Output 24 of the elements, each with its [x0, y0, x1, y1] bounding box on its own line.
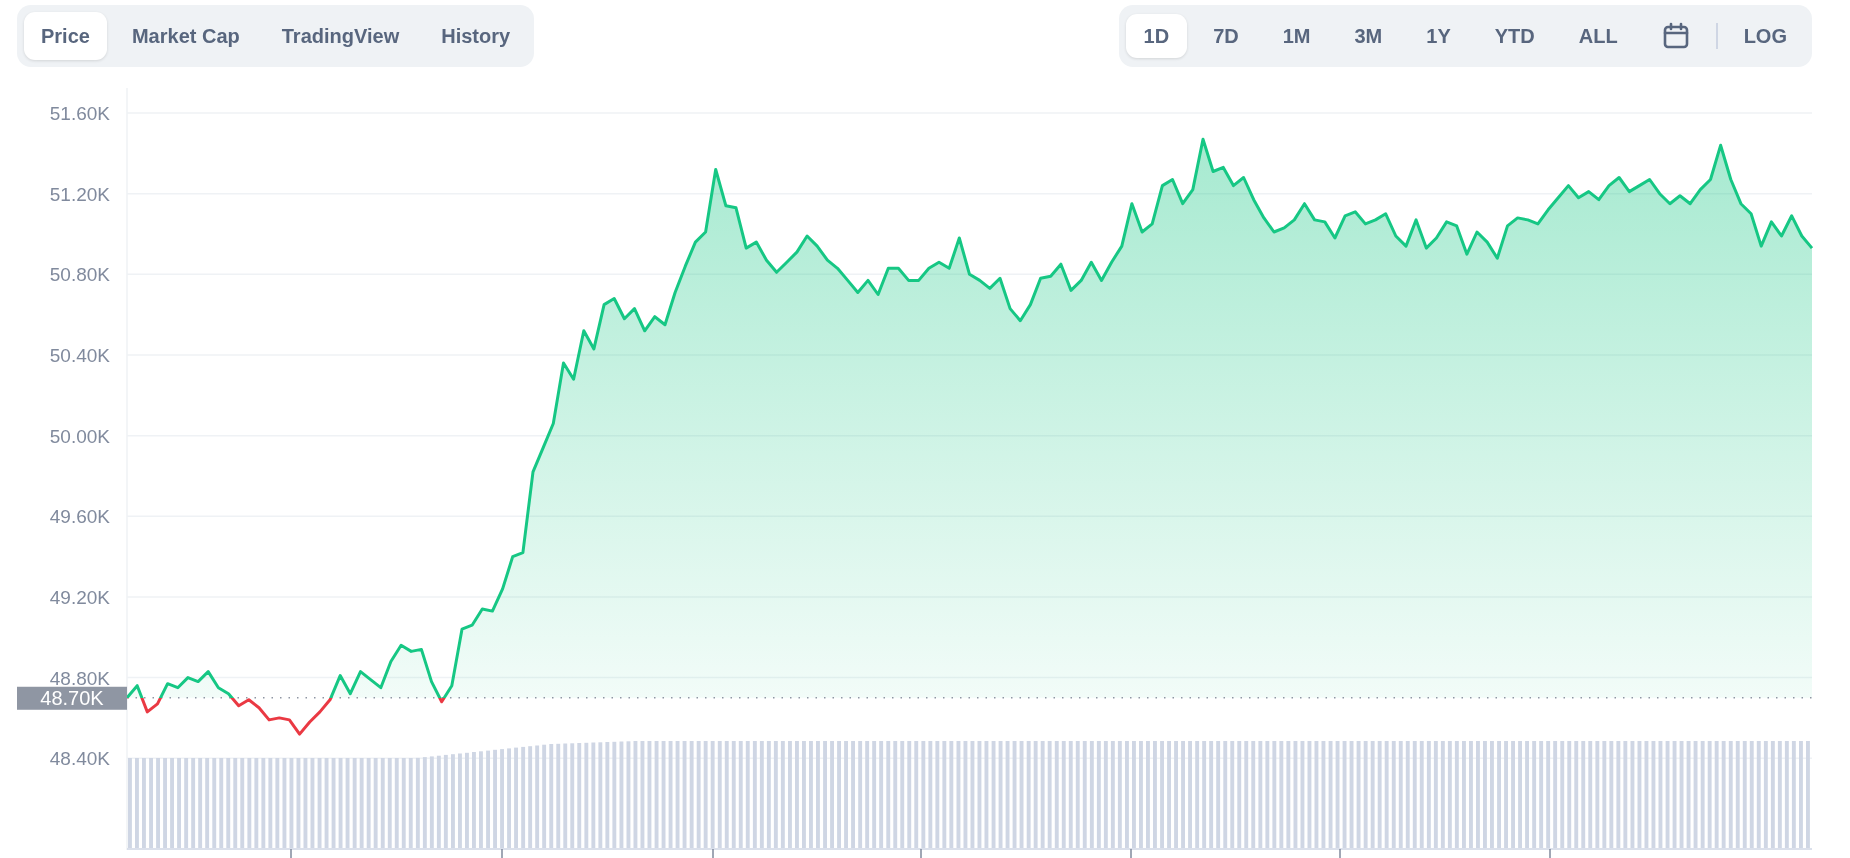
time-range-tab[interactable]: 7D — [1195, 14, 1257, 58]
y-axis-label: 49.60K — [49, 506, 110, 528]
calendar-icon — [1661, 22, 1690, 50]
y-axis-label: 48.40K — [49, 748, 110, 770]
time-range-tab[interactable]: 3M — [1336, 14, 1401, 58]
time-range-tab[interactable]: 1M — [1264, 14, 1329, 58]
y-axis-label: 51.60K — [49, 103, 110, 124]
y-axis-label: 50.80K — [49, 264, 110, 286]
y-axis-label: 48.80K — [49, 667, 110, 689]
view-tab[interactable]: History — [424, 12, 528, 60]
log-button[interactable]: LOG — [1725, 14, 1805, 58]
y-axis-label: 50.00K — [49, 425, 110, 447]
ref-line-label: 48.70K — [40, 686, 105, 709]
y-axis-label: 50.40K — [49, 344, 110, 366]
y-axis-label: 49.20K — [49, 586, 110, 608]
time-range-tab[interactable]: 1Y — [1408, 14, 1469, 58]
view-tab[interactable]: TradingView — [264, 12, 417, 60]
baseline-price-label: 48.70K — [17, 686, 127, 710]
time-range-tab[interactable]: 1D — [1125, 14, 1188, 58]
time-range-tab[interactable]: ALL — [1560, 14, 1636, 58]
view-tab[interactable]: Price — [24, 12, 107, 60]
view-tab[interactable]: Market Cap — [114, 12, 257, 60]
time-range-tab[interactable]: YTD — [1476, 14, 1553, 58]
y-axis-label: 51.20K — [49, 183, 110, 205]
